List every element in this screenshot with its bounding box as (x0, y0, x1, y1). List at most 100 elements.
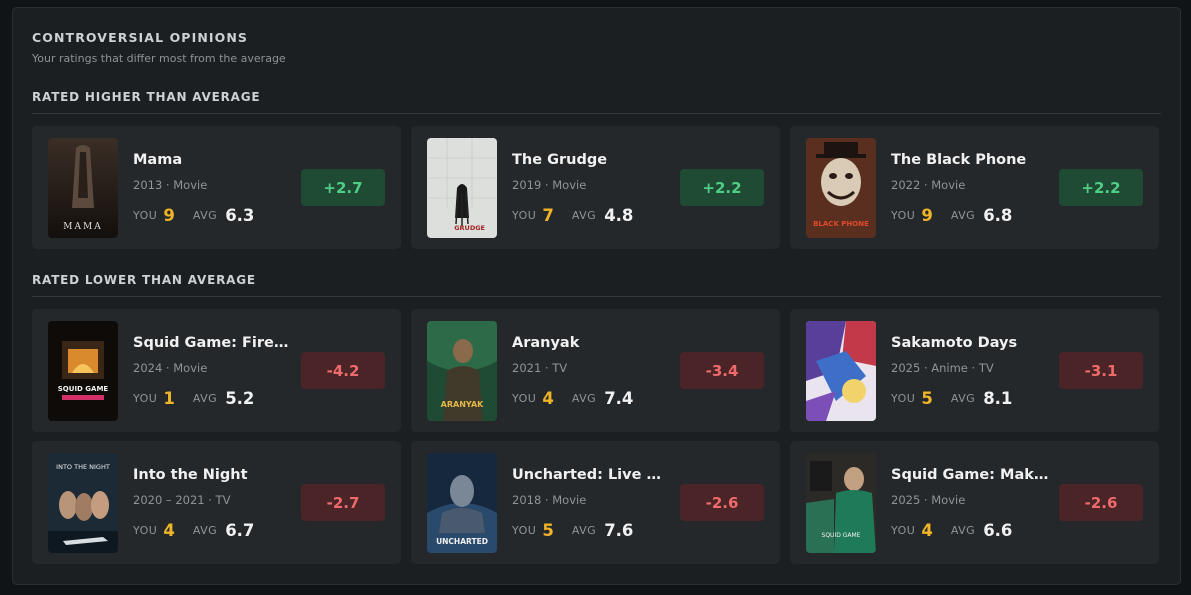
your-score-label: YOU (512, 392, 537, 405)
section-divider (32, 296, 1161, 297)
svg-text:SQUID GAME: SQUID GAME (58, 385, 109, 393)
poster-image: BLACK PHONE (806, 138, 876, 238)
svg-text:GRUDGE: GRUDGE (454, 224, 485, 232)
score-row: YOU 9 AVG 6.8 (891, 205, 1012, 225)
movie-title[interactable]: Squid Game: Firepl... (133, 335, 293, 351)
movie-title[interactable]: Squid Game: Makin... (891, 467, 1051, 483)
your-score: 9 (163, 206, 175, 225)
average-score-label: AVG (571, 524, 597, 537)
movie-title[interactable]: Sakamoto Days (891, 335, 1051, 351)
score-row: YOU 9 AVG 6.3 (133, 205, 254, 225)
your-score: 9 (921, 206, 933, 225)
score-row: YOU 5 AVG 7.6 (512, 520, 633, 540)
score-row: YOU 4 AVG 6.7 (133, 520, 254, 540)
average-score: 4.8 (604, 206, 634, 225)
movie-meta: 2025 · Movie (891, 493, 966, 507)
movie-title[interactable]: The Grudge (512, 152, 672, 168)
average-score: 7.6 (604, 521, 634, 540)
your-score: 7 (542, 206, 554, 225)
average-score-label: AVG (192, 392, 218, 405)
average-score-label: AVG (950, 209, 976, 222)
section-heading-higher: RATED HIGHER THAN AVERAGE (32, 90, 261, 104)
your-score-label: YOU (512, 209, 537, 222)
movie-card[interactable]: SQUID GAME Squid Game: Makin... 2025 · M… (790, 441, 1159, 564)
movie-title[interactable]: The Black Phone (891, 152, 1051, 168)
average-score-label: AVG (571, 209, 597, 222)
movie-meta: 2020 – 2021 · TV (133, 493, 231, 507)
average-score: 7.4 (604, 389, 634, 408)
your-score: 1 (163, 389, 175, 408)
score-row: YOU 4 AVG 7.4 (512, 388, 633, 408)
difference-badge: -2.6 (680, 484, 764, 521)
difference-badge: +2.2 (680, 169, 764, 206)
your-score: 5 (542, 521, 554, 540)
your-score: 4 (542, 389, 554, 408)
average-score: 8.1 (983, 389, 1013, 408)
movie-meta: 2021 · TV (512, 361, 568, 375)
average-score-label: AVG (950, 392, 976, 405)
score-row: YOU 1 AVG 5.2 (133, 388, 254, 408)
movie-card[interactable]: UNCHARTED Uncharted: Live Ac... 2018 · M… (411, 441, 780, 564)
movie-card[interactable]: BLACK PHONE The Black Phone 2022 · Movie… (790, 126, 1159, 249)
difference-badge: -4.2 (301, 352, 385, 389)
your-score: 4 (163, 521, 175, 540)
movie-card[interactable]: Sakamoto Days 2025 · Anime · TV YOU 5 AVG 8… (790, 309, 1159, 432)
average-score-label: AVG (571, 392, 597, 405)
your-score-label: YOU (891, 392, 916, 405)
poster-image: SQUID GAME (48, 321, 118, 421)
poster-image: UNCHARTED (427, 453, 497, 553)
movie-card[interactable]: GRUDGE The Grudge 2019 · Movie YOU 7 AVG 4.… (411, 126, 780, 249)
movie-title[interactable]: Mama (133, 152, 293, 168)
movie-card[interactable]: SQUID GAME Squid Game: Firepl... 2024 · … (32, 309, 401, 432)
poster-image: GRUDGE (427, 138, 497, 238)
movie-meta: 2019 · Movie (512, 178, 587, 192)
svg-text:ARANYAK: ARANYAK (441, 400, 484, 409)
svg-text:INTO THE NIGHT: INTO THE NIGHT (56, 463, 110, 471)
average-score-label: AVG (192, 209, 218, 222)
your-score: 4 (921, 521, 933, 540)
average-score: 6.7 (225, 521, 255, 540)
svg-text:BLACK PHONE: BLACK PHONE (813, 220, 869, 228)
movie-meta: 2013 · Movie (133, 178, 208, 192)
section-divider (32, 113, 1161, 114)
movie-card[interactable]: ARANYAK Aranyak 2021 · TV YOU 4 AVG 7.4 -3.… (411, 309, 780, 432)
difference-badge: +2.2 (1059, 169, 1143, 206)
movie-meta: 2018 · Movie (512, 493, 587, 507)
score-row: YOU 7 AVG 4.8 (512, 205, 633, 225)
your-score: 5 (921, 389, 933, 408)
average-score: 5.2 (225, 389, 255, 408)
your-score-label: YOU (133, 209, 158, 222)
movie-meta: 2025 · Anime · TV (891, 361, 994, 375)
average-score: 6.8 (983, 206, 1013, 225)
movie-title[interactable]: Aranyak (512, 335, 672, 351)
poster-image: MAMA (48, 138, 118, 238)
your-score-label: YOU (133, 524, 158, 537)
your-score-label: YOU (133, 392, 158, 405)
panel-subtitle: Your ratings that differ most from the a… (32, 52, 286, 65)
your-score-label: YOU (891, 524, 916, 537)
difference-badge: -3.1 (1059, 352, 1143, 389)
section-heading-lower: RATED LOWER THAN AVERAGE (32, 273, 256, 287)
difference-badge: -2.6 (1059, 484, 1143, 521)
svg-text:UNCHARTED: UNCHARTED (436, 537, 488, 546)
score-row: YOU 4 AVG 6.6 (891, 520, 1012, 540)
controversial-opinions-panel: CONTROVERSIAL OPINIONS Your ratings that… (12, 7, 1181, 585)
average-score-label: AVG (192, 524, 218, 537)
panel-title: CONTROVERSIAL OPINIONS (32, 30, 249, 45)
svg-text:SQUID GAME: SQUID GAME (822, 532, 861, 539)
movie-meta: 2024 · Movie (133, 361, 208, 375)
movie-card[interactable]: MAMA Mama 2013 · Movie YOU 9 AVG 6.3 +2.7 (32, 126, 401, 249)
average-score: 6.3 (225, 206, 255, 225)
difference-badge: -2.7 (301, 484, 385, 521)
average-score: 6.6 (983, 521, 1013, 540)
movie-title[interactable]: Into the Night (133, 467, 293, 483)
difference-badge: +2.7 (301, 169, 385, 206)
poster-image: INTO THE NIGHT (48, 453, 118, 553)
difference-badge: -3.4 (680, 352, 764, 389)
poster-image: ARANYAK (427, 321, 497, 421)
average-score-label: AVG (950, 524, 976, 537)
movie-title[interactable]: Uncharted: Live Ac... (512, 467, 672, 483)
movie-card[interactable]: INTO THE NIGHT Into the Night 2020 – 202… (32, 441, 401, 564)
svg-text:MAMA: MAMA (63, 222, 102, 232)
movie-meta: 2022 · Movie (891, 178, 966, 192)
